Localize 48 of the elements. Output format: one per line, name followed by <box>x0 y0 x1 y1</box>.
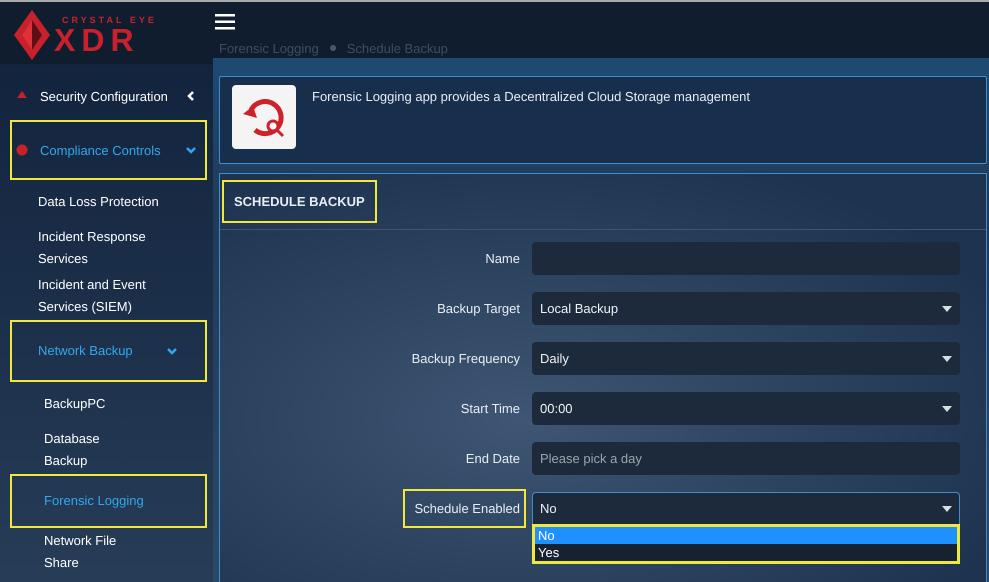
dropdown-option[interactable]: Yes <box>535 544 957 561</box>
name-input[interactable] <box>532 242 960 275</box>
sidebar-item[interactable]: BackupPC <box>10 382 207 426</box>
field-label: End Date <box>464 450 521 468</box>
field-label: Backup Frequency <box>410 350 521 368</box>
sidebar-item[interactable]: Network File Share <box>10 528 207 576</box>
sidebar-item[interactable]: Incident and Event Services (SIEM) <box>10 272 207 320</box>
sidebar-item[interactable]: Incident Response Services <box>10 224 207 272</box>
sidebar-item[interactable]: Network Backup <box>10 320 207 382</box>
sidebar-item-label: Network File Share <box>44 532 118 572</box>
field-label: Backup Target <box>436 300 521 318</box>
select-field[interactable]: Daily <box>532 342 960 375</box>
select-field[interactable]: No <box>532 492 960 525</box>
sidebar-item-label: Forensic Logging <box>44 492 144 510</box>
sidebar-item-label: Database Backup <box>44 430 101 470</box>
sidebar-item-label: Incident and Event Services (SIEM) <box>38 276 147 316</box>
caret-down-icon <box>942 306 952 312</box>
sidebar-item-label: BackupPC <box>44 395 106 413</box>
chevron-left-icon <box>185 90 197 102</box>
sidebar-item-label: Network Backup <box>38 342 134 360</box>
circle-icon <box>16 144 28 156</box>
select-field[interactable]: 00:00 <box>532 392 960 425</box>
select-field[interactable]: Local Backup <box>532 292 960 325</box>
app-description: Forensic Logging app provides a Decentralized Cloud Storage management <box>312 88 750 106</box>
circle-separator-icon <box>328 44 337 52</box>
caret-down-icon <box>942 506 952 512</box>
sidebar-item-label: Data Loss Protection <box>38 193 160 211</box>
chevron-down-icon <box>166 345 178 357</box>
caret-down-icon <box>942 356 952 362</box>
sidebar-item[interactable]: Forensic Logging <box>10 474 207 528</box>
sidebar-item[interactable]: Security Configuration <box>10 72 207 120</box>
field-label: Schedule Enabled <box>403 489 526 528</box>
sidebar-item[interactable]: Data Loss Protection <box>10 180 207 224</box>
logo-wordmark: XDR <box>54 24 140 54</box>
logo-tagline: CRYSTAL EYE <box>61 14 157 24</box>
section-title: SCHEDULE BACKUP <box>222 180 377 223</box>
date-input[interactable]: Please pick a day <box>532 442 960 475</box>
menu-icon <box>215 14 235 30</box>
sidebar-item-label: Security Configuration <box>40 88 169 104</box>
logo-mark-icon <box>14 10 50 60</box>
sidebar-item-label: Incident Response Services <box>38 228 147 268</box>
field-label: Name <box>484 250 521 268</box>
caret-down-icon <box>942 406 952 412</box>
sidebar-item[interactable]: Database Backup <box>10 426 207 474</box>
sidebar-item-label: Compliance Controls <box>40 142 162 158</box>
sidebar-item[interactable]: Compliance Controls <box>10 120 207 180</box>
chevron-down-icon <box>185 144 197 156</box>
field-label: Start Time <box>460 400 521 418</box>
